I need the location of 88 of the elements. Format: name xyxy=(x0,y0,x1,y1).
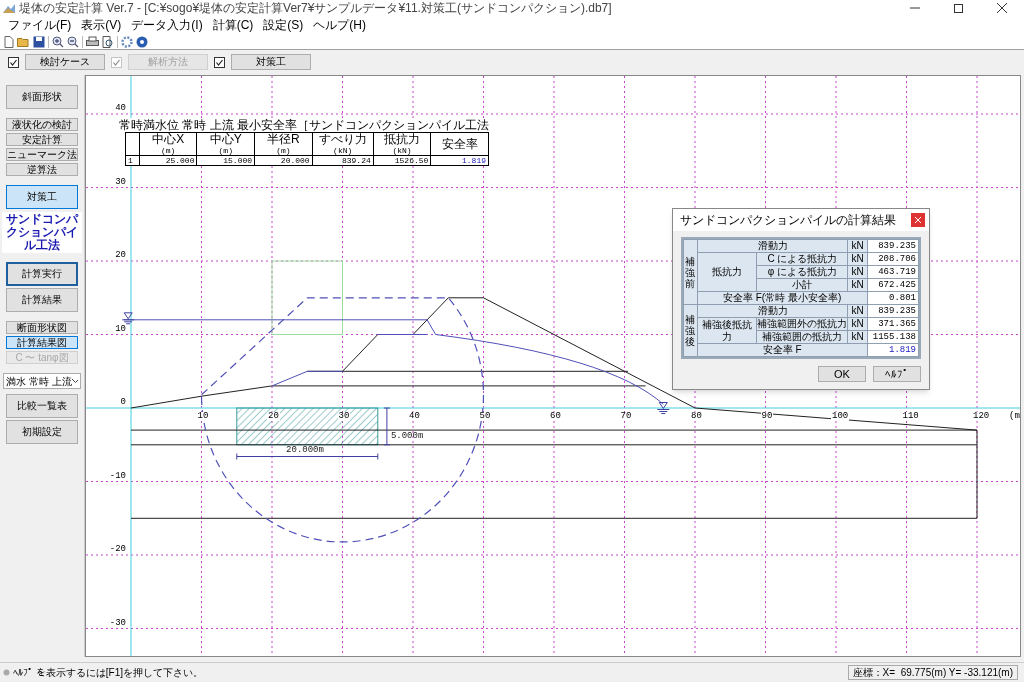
menu-item[interactable]: 設定(S) xyxy=(258,18,309,33)
table-cell: 1 xyxy=(125,155,140,166)
folder-icon[interactable] xyxy=(17,36,30,48)
column-header: 中心Y xyxy=(208,133,243,147)
maximize-icon[interactable] xyxy=(954,3,963,13)
column-header: 半径R xyxy=(266,133,301,147)
help-icon[interactable] xyxy=(136,35,148,48)
menu-item[interactable]: 計算(C) xyxy=(207,18,259,33)
sidebar-button[interactable]: 計算実行 xyxy=(6,262,78,287)
axis-label: 100 xyxy=(831,412,850,422)
new-file-icon[interactable] xyxy=(4,35,14,48)
row-label: 滑動力 xyxy=(697,239,848,253)
dimension-line xyxy=(383,407,391,446)
sidebar-button[interactable]: 液状化の検討 xyxy=(6,118,78,132)
axis-label: 30 xyxy=(114,177,126,187)
printer-icon[interactable] xyxy=(86,35,99,48)
column-unit: (m) xyxy=(275,146,292,156)
table-cell: 15.000 xyxy=(196,155,255,166)
menu-item[interactable]: データ入力(I) xyxy=(126,18,208,33)
axis-label: 20 xyxy=(267,412,280,422)
table-title: 常時満水位 常時 上流 最小安全率［サンドコンパクションパイル工法 xyxy=(119,118,489,133)
method-label: サンドコンパクションパイル工法 xyxy=(2,212,82,254)
axis-label: -10 xyxy=(108,471,126,481)
resize-grip-icon xyxy=(3,669,10,677)
axis-label: -20 xyxy=(108,545,126,555)
status-message: ﾍﾙﾌﾟ を表示するには[F1]を押して下さい。 xyxy=(13,666,203,681)
close-icon[interactable] xyxy=(997,3,1007,14)
window-title: 堤体の安定計算 Ver.7 - [C:¥sogo¥堤体の安定計算Ver7¥サンプルデータ¥11.対策工(サンドコンパクション).db7] xyxy=(19,1,612,16)
axis-label: 30 xyxy=(337,412,351,422)
axis-label: 10 xyxy=(114,324,126,334)
table-cell: 839.24 xyxy=(312,155,374,166)
table-cell: 1526.50 xyxy=(373,155,431,166)
column-unit: (m) xyxy=(217,146,234,156)
sidebar-button[interactable]: ニューマーク法 xyxy=(6,148,78,162)
water-level-icon xyxy=(656,402,670,415)
axis-label: -30 xyxy=(108,618,126,628)
axis-label: 0 xyxy=(119,398,126,408)
axis-label: 50 xyxy=(478,412,492,422)
sidebar-button[interactable]: 初期設定 xyxy=(6,420,78,445)
gear-icon[interactable] xyxy=(121,35,133,48)
column-header: すべり力 xyxy=(317,133,368,147)
column-unit: (m) xyxy=(159,146,177,156)
sidebar-button[interactable]: 安定計算 xyxy=(6,133,78,147)
table-cell: 20.000 xyxy=(254,155,313,166)
sidebar-button[interactable]: 逆算法 xyxy=(6,163,78,177)
close-button[interactable] xyxy=(911,213,925,228)
app-icon xyxy=(3,3,15,14)
sidebar-button[interactable]: 比較一覧表 xyxy=(6,394,78,419)
dialog-button[interactable]: OK xyxy=(818,366,866,383)
menu-item[interactable]: 表示(V) xyxy=(76,18,127,33)
water-level-icon xyxy=(121,312,135,325)
coordinate-readout: 座標：X= 69.775(m) Y= -33.121(m) xyxy=(847,665,1018,681)
zoom-in-icon[interactable] xyxy=(52,35,64,48)
value-cell: 839.235 xyxy=(867,239,919,253)
section-label: 補強前 xyxy=(683,239,698,305)
checkbox[interactable] xyxy=(8,56,19,68)
dialog-title: サンドコンパクションパイルの計算結果 xyxy=(680,212,896,230)
zoom-out-icon[interactable] xyxy=(67,35,79,48)
close-icon xyxy=(915,217,921,224)
column-unit: (kN) xyxy=(332,146,354,156)
section-label: 補強後 xyxy=(683,304,698,357)
checkbox[interactable] xyxy=(214,56,225,68)
sidebar-button[interactable]: 斜面形状 xyxy=(6,85,78,110)
menu-item[interactable]: ヘルプ(H) xyxy=(308,18,371,33)
sidebar-button[interactable]: 計算結果 xyxy=(6,288,78,313)
dimension-label: 20.000m xyxy=(286,445,324,455)
dimension-label: 5.000m xyxy=(390,431,424,441)
column-unit: (kN) xyxy=(391,146,413,156)
table-cell: 25.000 xyxy=(139,155,197,166)
column-header: 中心X xyxy=(151,133,186,147)
sidebar-button[interactable]: 断面形状図 xyxy=(6,321,78,335)
column-header: 安全率 xyxy=(440,137,479,151)
axis-label: (m xyxy=(1008,412,1020,422)
row-label: 抵抗力 xyxy=(697,252,757,292)
axis-label: 20 xyxy=(114,251,126,261)
table-cell: 1.819 xyxy=(430,155,489,166)
caret-icon xyxy=(71,379,78,384)
axis-label: 40 xyxy=(114,104,126,114)
dialog-button[interactable]: ﾍﾙﾌﾟ xyxy=(873,366,921,383)
case-dropdown[interactable]: 満水 常時 上流 xyxy=(3,373,81,390)
column-header: 抵抗力 xyxy=(383,133,422,147)
option-button[interactable]: 検討ケース xyxy=(25,54,105,71)
option-button[interactable]: 対策工 xyxy=(231,54,311,71)
sidebar-button[interactable]: 計算結果図 xyxy=(6,336,78,350)
save-icon[interactable] xyxy=(33,35,45,48)
print-preview-icon[interactable] xyxy=(102,35,114,48)
sidebar-button[interactable]: 対策工 xyxy=(6,185,78,210)
menu-item[interactable]: ファイル(F) xyxy=(3,18,77,33)
